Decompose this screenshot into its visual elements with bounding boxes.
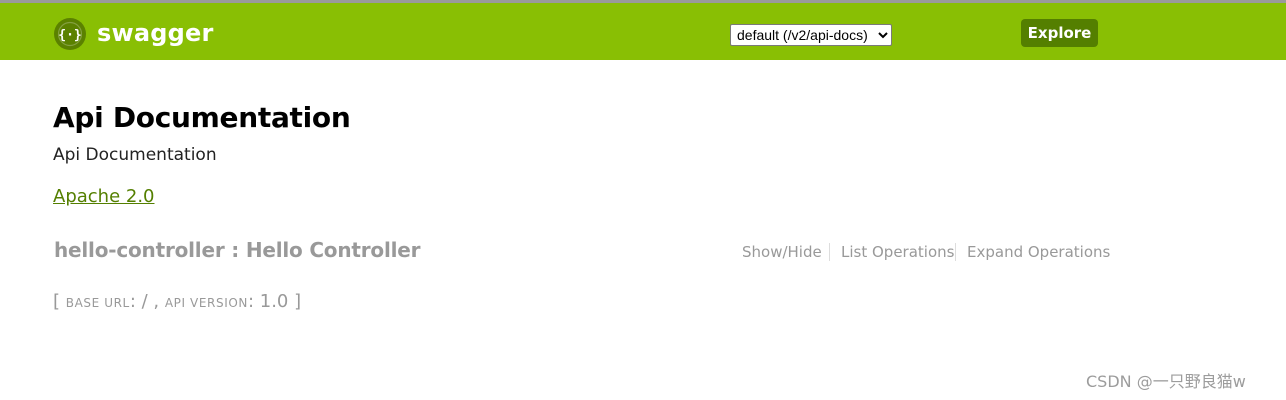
base-url-info: [ base url: / , api version: 1.0 ] [53,290,301,315]
api-spec-select[interactable]: default (/v2/api-docs) [730,24,892,46]
api-version-label: api version [164,296,248,310]
explore-button[interactable]: Explore [1021,19,1098,47]
svg-text:{·}: {·} [58,28,81,43]
page-title: Api Documentation [53,101,351,134]
show-hide-link[interactable]: Show/Hide [742,243,822,261]
close-bracket: ] [294,291,302,312]
page-description: Api Documentation [53,145,217,165]
base-url-value: : / , [129,291,160,312]
expand-operations-link[interactable]: Expand Operations [967,243,1110,261]
swagger-logo-text[interactable]: swagger [97,17,214,49]
resource-title[interactable]: hello-controller : Hello Controller [54,237,420,263]
swagger-header: {·} swagger default (/v2/api-docs) Explo… [0,3,1286,60]
base-url-label: base url [65,296,130,310]
api-version-value: : 1.0 [247,291,289,312]
ops-divider [829,243,830,261]
list-operations-link[interactable]: List Operations [841,243,954,261]
ops-divider [955,243,956,261]
csdn-watermark: CSDN @一只野良猫w [1086,372,1246,391]
open-bracket: [ [53,291,61,312]
license-link[interactable]: Apache 2.0 [53,185,155,209]
swagger-logo-icon[interactable]: {·} [54,18,86,50]
